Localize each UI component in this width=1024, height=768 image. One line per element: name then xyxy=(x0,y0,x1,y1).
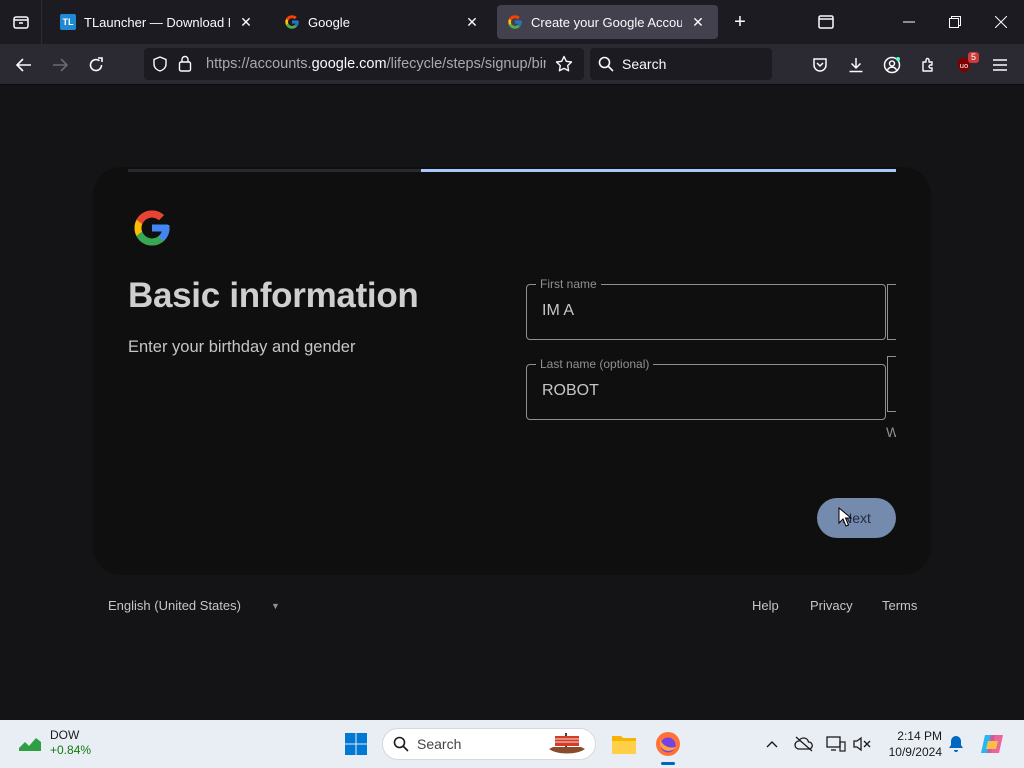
search-icon xyxy=(393,736,409,755)
pocket-icon[interactable] xyxy=(805,50,835,80)
clock-time: 2:14 PM xyxy=(897,729,942,743)
search-bar[interactable]: Search xyxy=(590,48,772,80)
active-app-indicator xyxy=(661,762,675,765)
terms-link[interactable]: Terms xyxy=(882,598,917,613)
forward-arrow-icon[interactable] xyxy=(45,50,75,80)
onedrive-offline-icon[interactable] xyxy=(788,728,820,760)
google-logo xyxy=(131,207,173,249)
url-domain: google.com xyxy=(311,56,387,72)
tab-strip: TL TLauncher — Download Minecraft ✕ Goog… xyxy=(0,0,1024,44)
taskbar: DOW +0.84% Search 2:14 PM 10/9/2024 xyxy=(0,720,1024,768)
help-link[interactable]: Help xyxy=(752,598,779,613)
extensions-puzzle-icon[interactable] xyxy=(913,50,943,80)
windows-start-icon[interactable] xyxy=(340,728,372,760)
reload-icon[interactable] xyxy=(81,50,111,80)
next-button[interactable]: Next xyxy=(817,498,896,538)
tab-tlauncher[interactable]: TL TLauncher — Download Minecraft ✕ xyxy=(50,5,266,39)
nav-toolbar: https://accounts.google.com/lifecycle/st… xyxy=(0,44,1024,85)
search-icon xyxy=(598,56,614,72)
close-tab-icon[interactable]: ✕ xyxy=(688,12,708,32)
page-subtitle: Enter your birthday and gender xyxy=(128,338,356,356)
extension-badge-count: 5 xyxy=(967,52,979,63)
stock-change: +0.84% xyxy=(50,743,92,757)
stock-name: DOW xyxy=(50,728,80,742)
firefox-taskbar-icon[interactable] xyxy=(652,728,684,765)
lock-icon[interactable] xyxy=(178,55,192,77)
menu-hamburger-icon[interactable] xyxy=(985,50,1015,80)
progress-bar xyxy=(421,169,896,172)
last-name-input[interactable] xyxy=(542,382,862,400)
google-icon xyxy=(507,14,523,30)
firefox-view-icon[interactable] xyxy=(803,0,849,44)
new-tab-plus-icon[interactable]: + xyxy=(728,10,752,34)
bookmark-star-icon[interactable] xyxy=(555,55,573,78)
first-name-field[interactable]: First name xyxy=(526,277,886,340)
first-name-input[interactable] xyxy=(542,302,862,320)
taskbar-search[interactable]: Search xyxy=(382,728,596,760)
account-icon[interactable] xyxy=(877,50,907,80)
clipped-field-edge xyxy=(887,356,896,412)
language-selector[interactable]: English (United States) ▼ xyxy=(108,598,280,613)
close-tab-icon[interactable]: ✕ xyxy=(236,12,256,32)
tray-chevron-up-icon[interactable] xyxy=(756,728,788,760)
volume-muted-icon[interactable] xyxy=(846,728,878,760)
search-bar-placeholder: Search xyxy=(622,56,667,72)
first-name-label: First name xyxy=(536,277,601,291)
clock[interactable]: 2:14 PM 10/9/2024 xyxy=(884,728,942,760)
back-arrow-icon[interactable] xyxy=(9,50,39,80)
dropdown-caret-icon: ▼ xyxy=(270,600,280,611)
clipped-field-edge xyxy=(887,284,896,340)
url-path: /lifecycle/steps/signup/birthdaygender xyxy=(386,56,546,72)
file-explorer-icon[interactable] xyxy=(608,728,640,760)
downloads-icon[interactable] xyxy=(841,50,871,80)
google-icon xyxy=(284,14,300,30)
stock-widget[interactable]: DOW +0.84% xyxy=(18,728,91,758)
last-name-field[interactable]: Last name (optional) xyxy=(526,357,886,420)
mouse-cursor-icon xyxy=(838,506,853,527)
tab-list-icon[interactable] xyxy=(0,0,42,44)
tab-title: Google xyxy=(308,14,350,30)
clipped-text: W xyxy=(886,424,896,440)
viking-ship-icon xyxy=(547,731,587,760)
close-tab-icon[interactable]: ✕ xyxy=(462,12,482,32)
svg-text:uo: uo xyxy=(960,62,969,70)
restore-icon[interactable] xyxy=(932,0,978,44)
shield-icon[interactable] xyxy=(152,56,168,77)
tab-create-account[interactable]: Create your Google Account ✕ xyxy=(497,5,718,39)
tlauncher-icon: TL xyxy=(60,14,76,30)
privacy-link[interactable]: Privacy xyxy=(810,598,853,613)
stock-chart-icon xyxy=(19,738,41,751)
page-title: Basic information xyxy=(128,276,419,315)
tab-title: Create your Google Account xyxy=(531,14,682,30)
url-text: https://accounts.google.com/lifecycle/st… xyxy=(206,56,546,72)
tab-title: TLauncher — Download Minecraft xyxy=(84,14,230,30)
clock-date: 10/9/2024 xyxy=(888,745,942,759)
notification-bell-icon[interactable] xyxy=(940,728,972,760)
address-bar[interactable]: https://accounts.google.com/lifecycle/st… xyxy=(144,48,584,80)
last-name-label: Last name (optional) xyxy=(536,357,654,371)
url-prefix: https://accounts. xyxy=(206,56,312,72)
ublock-origin-icon[interactable]: uo 5 xyxy=(949,50,979,80)
language-label: English (United States) xyxy=(108,598,241,613)
minimize-icon[interactable] xyxy=(886,0,932,44)
close-window-icon[interactable] xyxy=(978,0,1024,44)
copilot-icon[interactable] xyxy=(976,728,1008,760)
taskbar-search-placeholder: Search xyxy=(417,736,462,752)
tab-google[interactable]: Google ✕ xyxy=(274,5,492,39)
